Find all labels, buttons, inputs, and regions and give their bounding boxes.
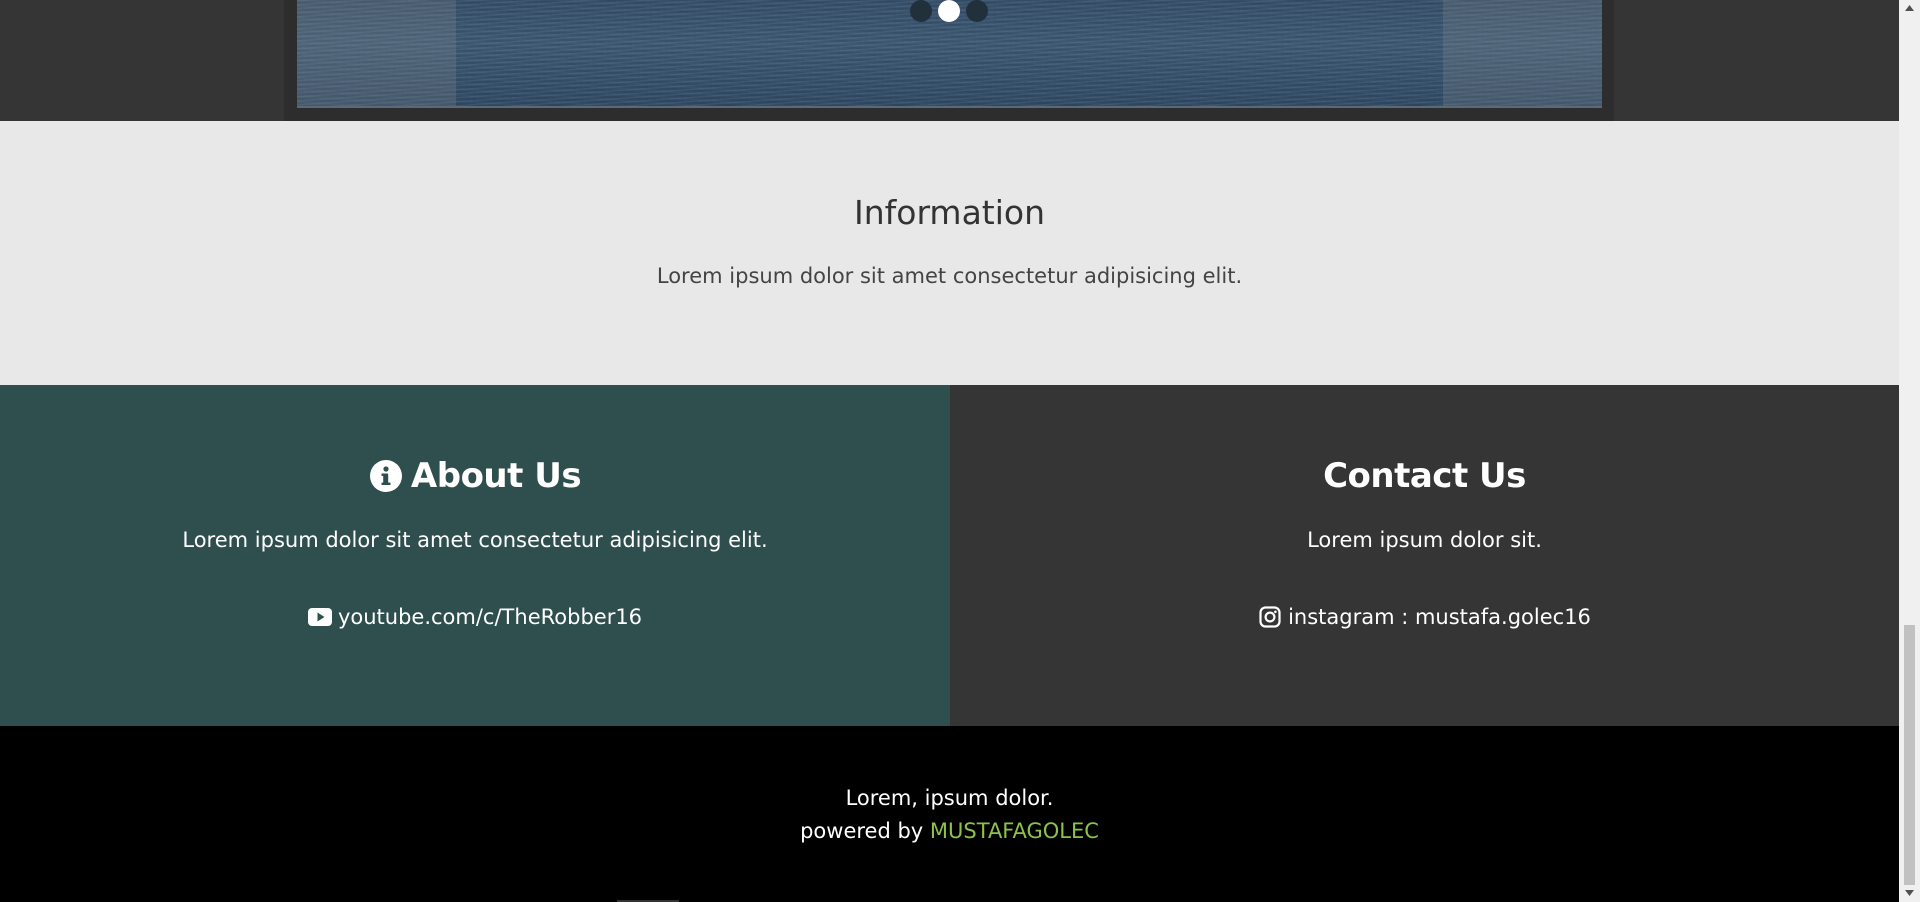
slider-dot-2-active[interactable] (938, 0, 960, 22)
contact-us-section: Contact Us Lorem ipsum dolor sit. instag… (950, 385, 1899, 726)
information-title: Information (853, 193, 1046, 232)
slider-divider (297, 106, 1602, 108)
about-us-link-row: youtube.com/c/TheRobber16 (0, 605, 950, 633)
vertical-scrollbar[interactable] (1899, 0, 1920, 902)
footer-tagline: Lorem, ipsum dolor. (845, 786, 1054, 810)
about-us-title: About Us (0, 456, 950, 502)
contact-us-title: Contact Us (1323, 456, 1526, 496)
youtube-link[interactable]: youtube.com/c/TheRobber16 (307, 605, 643, 629)
about-us-section: About Us Lorem ipsum dolor sit amet cons… (0, 385, 950, 726)
scroll-down-arrow-icon[interactable] (1899, 885, 1920, 902)
footer-brand-link[interactable]: MUSTAFAGOLEC (930, 819, 1099, 843)
information-text: Lorem ipsum dolor sit amet consectetur a… (656, 264, 1243, 288)
page: Information Lorem ipsum dolor sit amet c… (0, 0, 1920, 902)
contact-us-text: Lorem ipsum dolor sit. (1307, 528, 1542, 552)
information-section: Information Lorem ipsum dolor sit amet c… (0, 121, 1899, 385)
about-us-text: Lorem ipsum dolor sit amet consectetur a… (182, 528, 768, 552)
scroll-up-arrow-icon[interactable] (1899, 0, 1920, 17)
page-content: Information Lorem ipsum dolor sit amet c… (0, 0, 1899, 902)
instagram-link[interactable]: instagram : mustafa.golec16 (1258, 605, 1591, 629)
contact-us-link-row: instagram : mustafa.golec16 (950, 605, 1899, 633)
instagram-icon (1259, 606, 1281, 628)
about-us-title-text: About Us (410, 456, 582, 496)
youtube-icon (307, 608, 332, 626)
footer-powered-by: powered by (800, 819, 924, 843)
slider-dot-1[interactable] (910, 0, 932, 22)
youtube-link-text: youtube.com/c/TheRobber16 (337, 605, 643, 629)
scrollbar-thumb[interactable] (1904, 625, 1915, 885)
info-circle-icon (369, 460, 402, 492)
footer-credit: powered by MUSTAFAGOLEC (0, 819, 1899, 843)
footer: Lorem, ipsum dolor. powered by MUSTAFAGO… (0, 726, 1899, 902)
image-slider-section (0, 0, 1899, 121)
instagram-link-text: instagram : mustafa.golec16 (1288, 605, 1591, 629)
slider-dots (0, 0, 1899, 22)
slider-dot-3[interactable] (966, 0, 988, 22)
about-us-title-group: About Us (369, 456, 582, 496)
